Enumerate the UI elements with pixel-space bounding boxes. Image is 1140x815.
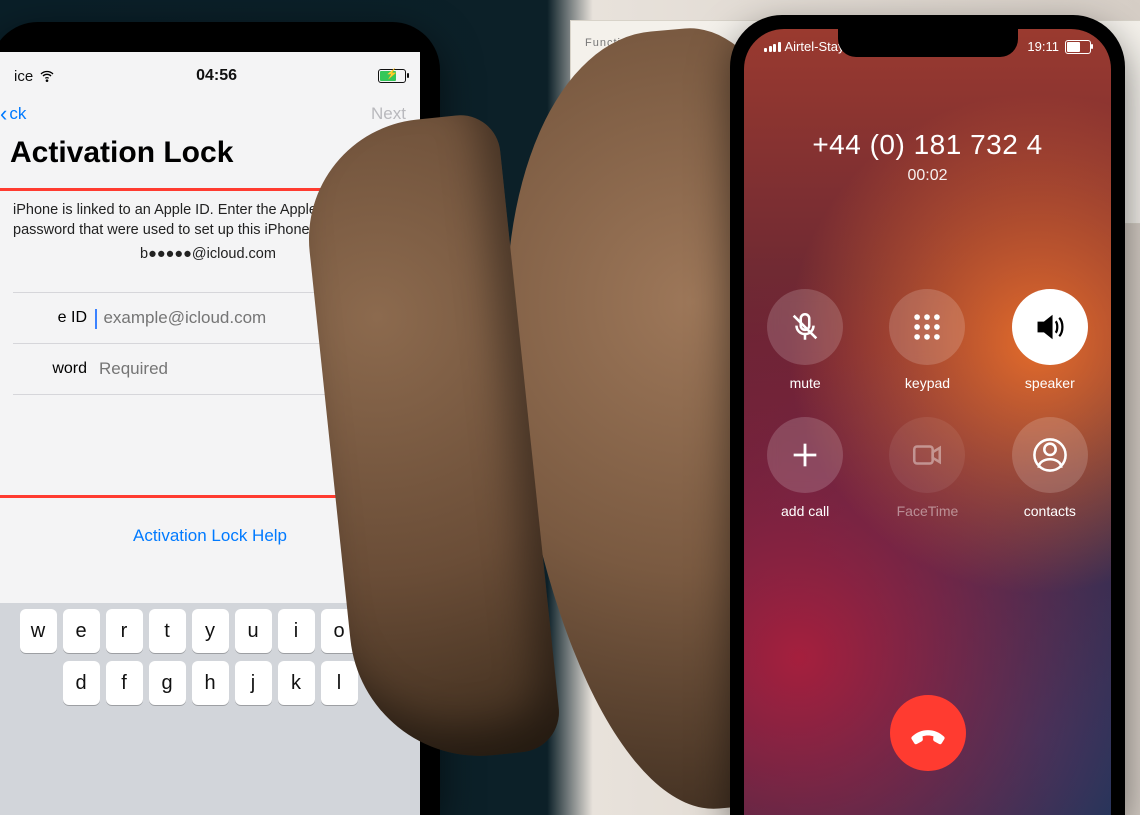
screenshot-stage: Functions Drivers GENERAL SAMSUNG ice 04… <box>0 0 1140 815</box>
speaker-button[interactable] <box>1012 289 1088 365</box>
back-button[interactable]: ‹ ck <box>0 104 26 124</box>
status-time: 04:56 <box>55 67 378 85</box>
key-l[interactable]: l <box>321 661 358 705</box>
contacts-label: contacts <box>1024 503 1076 519</box>
key-r[interactable]: r <box>106 609 143 653</box>
facetime-label: FaceTime <box>897 503 959 519</box>
end-call-button[interactable] <box>890 695 966 771</box>
battery-indicator <box>1065 40 1091 54</box>
call-duration: 00:02 <box>744 167 1111 185</box>
key-d[interactable]: d <box>63 661 100 705</box>
mute-button[interactable] <box>767 289 843 365</box>
speaker-label: speaker <box>1025 375 1075 391</box>
apple-id-input[interactable] <box>101 307 326 329</box>
contacts-icon <box>1033 438 1067 472</box>
facetime-icon <box>910 438 944 472</box>
keyboard-row-2: dfghjkl <box>6 661 414 705</box>
add-call-button[interactable] <box>767 417 843 493</box>
key-k[interactable]: k <box>278 661 315 705</box>
keypad-button[interactable] <box>889 289 965 365</box>
next-button[interactable]: Next <box>371 104 406 124</box>
battery-indicator: ⚡ <box>378 69 406 83</box>
key-h[interactable]: h <box>192 661 229 705</box>
mute-icon <box>788 310 822 344</box>
status-time: 19:11 <box>1027 39 1059 54</box>
phone-right: Airtel-Stay Home 19:11 +44 (0) 181 732 4… <box>730 15 1125 815</box>
key-y[interactable]: y <box>192 609 229 653</box>
keypad-icon <box>910 310 944 344</box>
notch <box>838 29 1018 57</box>
key-i[interactable]: i <box>278 609 315 653</box>
in-call-grid: mute keypad speaker <box>744 289 1111 519</box>
signal-icon <box>764 42 781 52</box>
key-u[interactable]: u <box>235 609 272 653</box>
text-cursor <box>95 309 97 329</box>
key-g[interactable]: g <box>149 661 186 705</box>
key-j[interactable]: j <box>235 661 272 705</box>
facetime-button[interactable] <box>889 417 965 493</box>
mute-label: mute <box>790 375 821 391</box>
add-call-label: add call <box>781 503 829 519</box>
key-f[interactable]: f <box>106 661 143 705</box>
phone-left: ice 04:56 ⚡ ‹ ck Next Activation Lock iP… <box>0 0 520 815</box>
key-t[interactable]: t <box>149 609 186 653</box>
phone-right-screen: Airtel-Stay Home 19:11 +44 (0) 181 732 4… <box>744 29 1111 815</box>
status-bar: ice 04:56 ⚡ <box>0 52 420 100</box>
keypad-label: keypad <box>905 375 950 391</box>
wifi-icon <box>39 68 55 84</box>
nav-bar: ‹ ck Next <box>0 100 420 130</box>
plus-icon <box>788 438 822 472</box>
carrier-text: ice <box>14 68 33 85</box>
back-button-label: ck <box>9 104 26 124</box>
contacts-button[interactable] <box>1012 417 1088 493</box>
password-label: word <box>13 360 97 378</box>
charging-icon: ⚡ <box>379 69 405 80</box>
key-e[interactable]: e <box>63 609 100 653</box>
call-number: +44 (0) 181 732 4 <box>744 129 1111 161</box>
apple-id-label: e ID <box>13 309 97 327</box>
speaker-icon <box>1033 310 1067 344</box>
call-header: +44 (0) 181 732 4 00:02 <box>744 129 1111 185</box>
key-w[interactable]: w <box>20 609 57 653</box>
end-call-icon <box>908 713 948 753</box>
